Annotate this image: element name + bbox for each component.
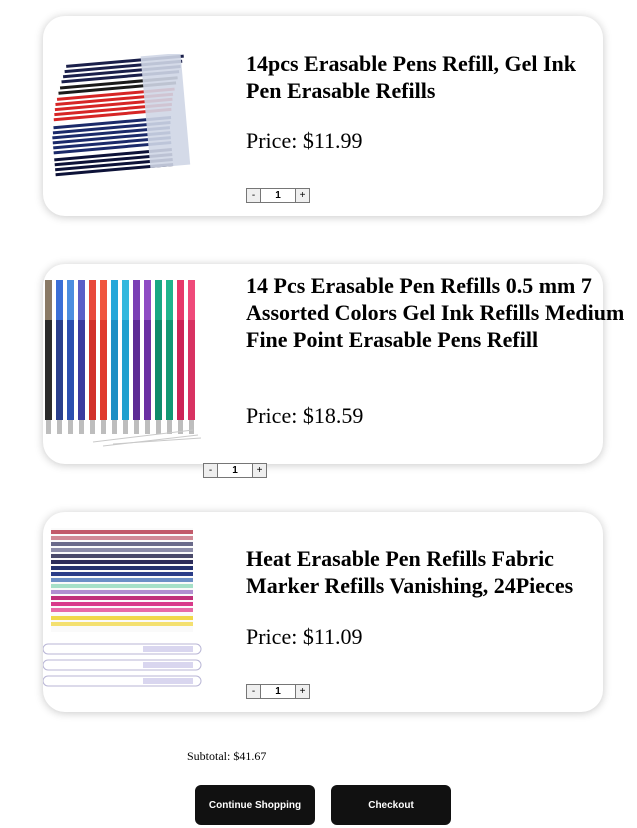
product-price: Price: $11.99 (246, 128, 363, 154)
price-value: $18.59 (302, 403, 364, 428)
product-title[interactable]: 14pcs Erasable Pens Refill, Gel Ink Pen … (246, 50, 616, 104)
cart-item-card: 14 Pcs Erasable Pen Refills 0.5 mm 7 Ass… (43, 264, 624, 464)
decrease-quantity-button[interactable]: - (246, 188, 261, 203)
price-label: Price: (246, 624, 303, 649)
quantity-stepper: - + (246, 188, 310, 203)
price-value: $11.99 (302, 128, 363, 153)
quantity-stepper: - + (246, 684, 310, 699)
quantity-input[interactable] (261, 188, 295, 203)
cart-item-card: 14pcs Erasable Pens Refill, Gel Ink Pen … (43, 16, 603, 216)
decrease-quantity-button[interactable]: - (246, 684, 261, 699)
price-value: $11.09 (302, 624, 363, 649)
increase-quantity-button[interactable]: + (295, 684, 310, 699)
cart-item-card: Heat Erasable Pen Refills Fabric Marker … (43, 512, 603, 712)
checkout-button[interactable]: Checkout (331, 785, 451, 825)
quantity-input[interactable] (261, 684, 295, 699)
subtotal-text: Subtotal: $41.67 (187, 749, 267, 763)
price-label: Price: (246, 128, 303, 153)
product-price: Price: $18.59 (246, 403, 363, 429)
product-title[interactable]: 14 Pcs Erasable Pen Refills 0.5 mm 7 Ass… (246, 272, 631, 353)
increase-quantity-button[interactable]: + (295, 188, 310, 203)
decrease-quantity-button[interactable]: - (203, 463, 218, 478)
price-label: Price: (246, 403, 303, 428)
product-title[interactable]: Heat Erasable Pen Refills Fabric Marker … (246, 545, 626, 599)
continue-shopping-button[interactable]: Continue Shopping (195, 785, 315, 825)
pen-refill-bundle-image (51, 54, 199, 184)
product-price: Price: $11.09 (246, 624, 363, 650)
colored-pen-refills-image (43, 280, 203, 448)
quantity-stepper: - + (203, 463, 267, 478)
increase-quantity-button[interactable]: + (252, 463, 267, 478)
fabric-marker-refills-image (43, 526, 203, 706)
quantity-input[interactable] (218, 463, 252, 478)
